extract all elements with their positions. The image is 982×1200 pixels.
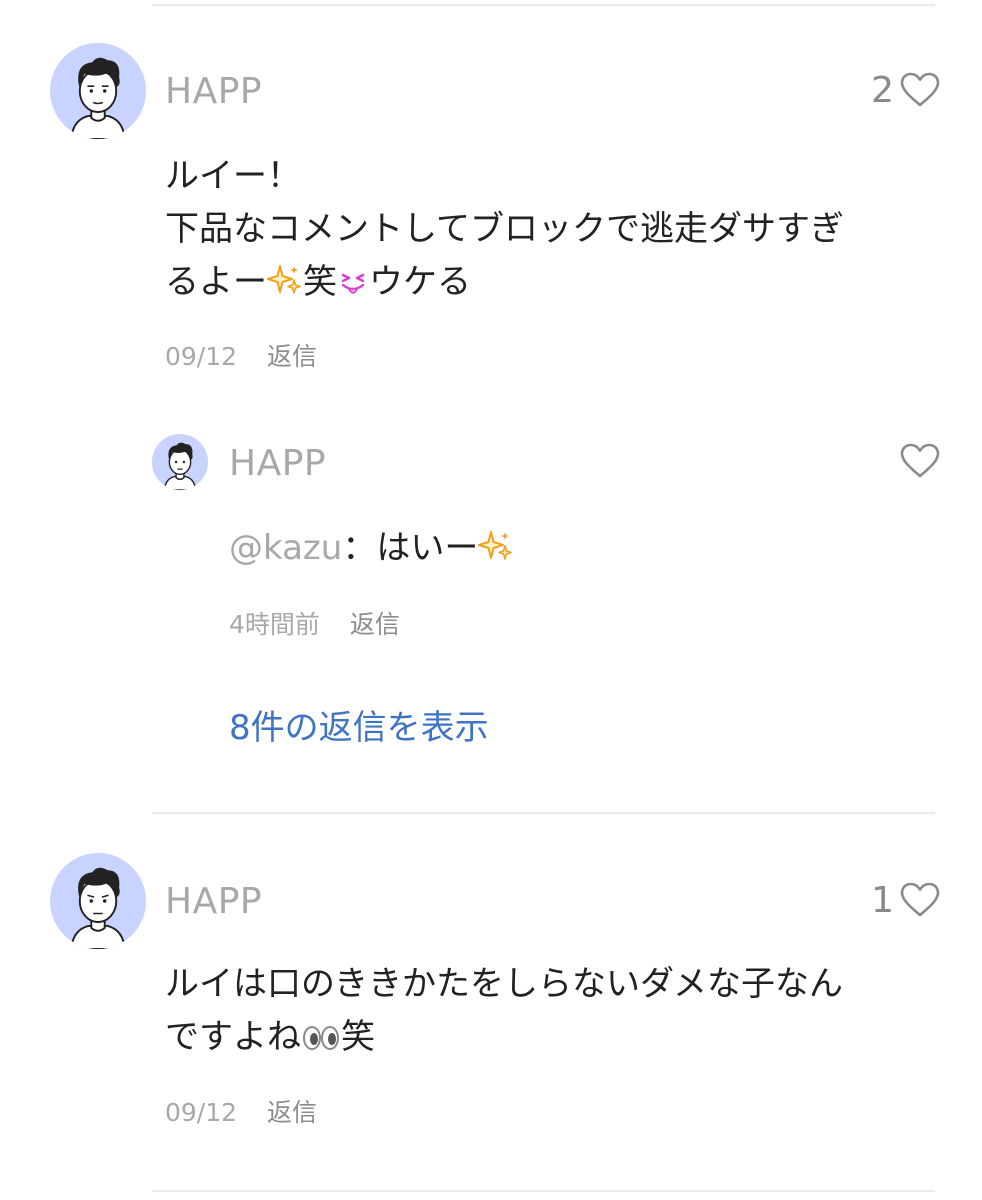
comment-line: 下品なコメントしてブロックで逃走ダサすぎ xyxy=(165,209,844,249)
top-divider xyxy=(152,4,935,6)
comment-line: るよー xyxy=(165,262,267,302)
bottom-divider xyxy=(152,1190,935,1192)
comment-meta: 09/12 返信 xyxy=(165,342,317,372)
reply-button[interactable]: 返信 xyxy=(350,610,400,640)
like-button[interactable]: 2 xyxy=(871,66,940,114)
reply-username[interactable]: HAPP xyxy=(229,444,326,484)
avatar-illustration-icon xyxy=(50,853,146,949)
reply-button[interactable]: 返信 xyxy=(267,1098,317,1128)
like-count: 1 xyxy=(871,879,894,921)
heart-icon xyxy=(900,882,940,918)
avatar-illustration-icon xyxy=(152,434,208,490)
user-avatar[interactable] xyxy=(50,853,146,949)
reply-text: ：はいー xyxy=(342,528,479,568)
sparkles-emoji-icon xyxy=(267,261,303,314)
reply-like-button[interactable] xyxy=(900,437,940,485)
squinting-face-with-tongue-emoji-icon xyxy=(337,261,369,314)
comment-line: ルイは口のききかたをしらないダメな子なん xyxy=(165,964,843,1004)
comment-line: ルイー！ xyxy=(165,156,301,196)
comment-line: 笑 xyxy=(341,1017,375,1057)
eyes-emoji-icon xyxy=(301,1016,341,1069)
comment-line: ウケる xyxy=(369,262,471,302)
heart-icon xyxy=(900,72,940,108)
avatar-illustration-icon xyxy=(50,43,146,139)
heart-icon xyxy=(900,443,940,479)
comment-meta: 09/12 返信 xyxy=(165,1098,317,1128)
reply-meta: 4時間前 返信 xyxy=(229,610,400,640)
reply-body: @kazu：はいー xyxy=(229,522,514,580)
comment-line: ですよね xyxy=(165,1017,301,1057)
comment-date: 09/12 xyxy=(165,342,238,371)
like-button[interactable]: 1 xyxy=(871,876,940,924)
mention-link[interactable]: @kazu xyxy=(229,528,342,568)
reply-time: 4時間前 xyxy=(229,610,320,639)
comment-line: 笑 xyxy=(303,262,337,302)
comment-divider xyxy=(152,812,935,814)
comment-body: ルイは口のききかたをしらないダメな子なん ですよね笑 xyxy=(165,958,935,1069)
reply-user-avatar[interactable] xyxy=(152,434,208,490)
reply-button[interactable]: 返信 xyxy=(267,342,317,372)
comment-date: 09/12 xyxy=(165,1098,238,1127)
sparkles-emoji-icon xyxy=(478,527,514,580)
show-replies-link[interactable]: 8件の返信を表示 xyxy=(229,708,489,748)
like-count: 2 xyxy=(871,69,894,111)
comment-body: ルイー！ 下品なコメントしてブロックで逃走ダサすぎ るよー笑ウケる xyxy=(165,150,935,314)
user-avatar[interactable] xyxy=(50,43,146,139)
comment-username[interactable]: HAPP xyxy=(165,882,262,922)
comment-username[interactable]: HAPP xyxy=(165,72,262,112)
